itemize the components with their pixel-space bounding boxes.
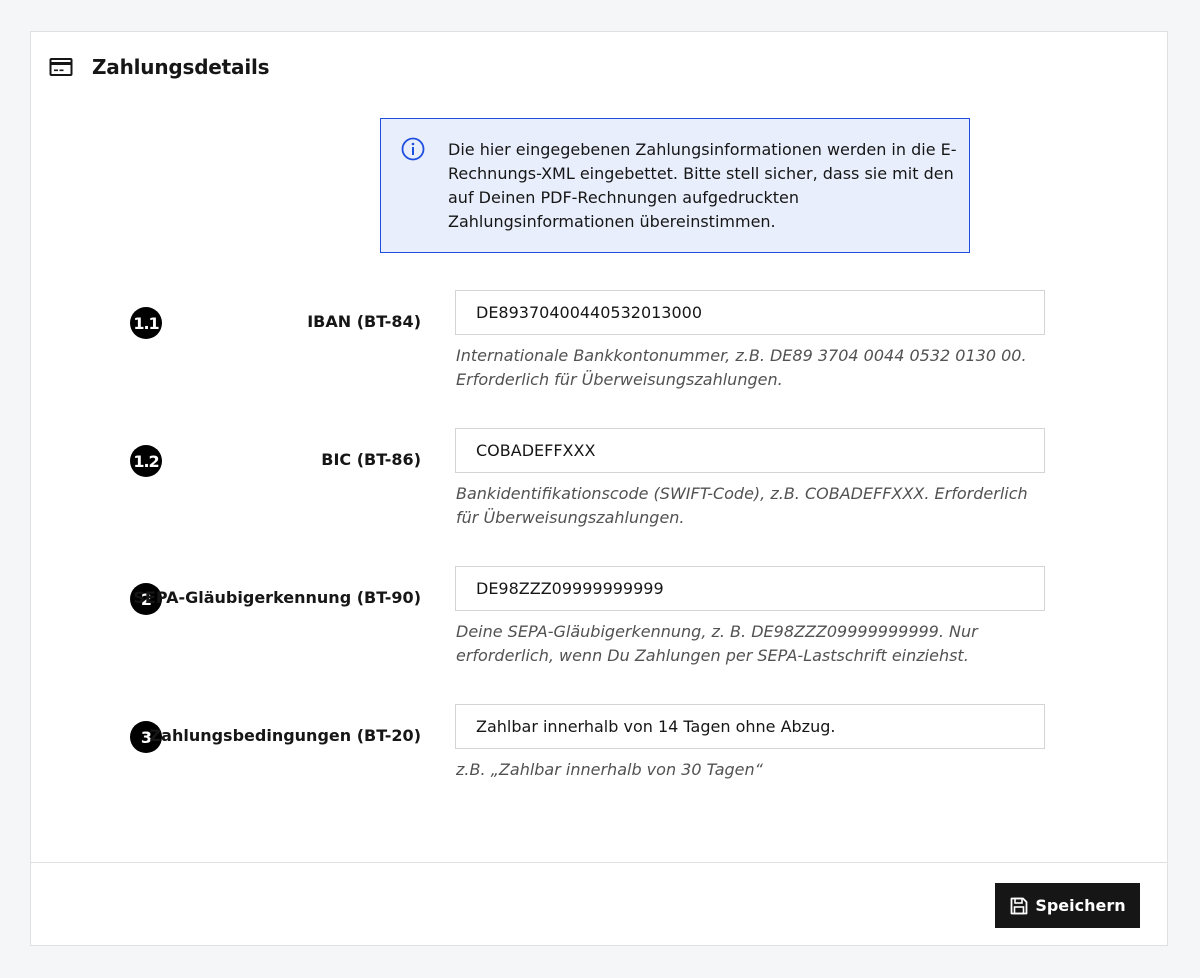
save-button-label: Speichern — [1035, 896, 1126, 915]
bic-label: BIC (BT-86) — [321, 450, 421, 469]
sepa-creditor-id-help-text: Deine SEPA-Gläubigerkennung, z. B. DE98Z… — [456, 622, 978, 665]
info-notification: Die hier eingegebenen Zahlungsinformatio… — [380, 118, 970, 253]
card-footer: Speichern — [31, 862, 1167, 946]
step-badge: 1.1 — [130, 307, 162, 339]
payment-terms-help-text: z.B. „Zahlbar innerhalb von 30 Tagen“ — [456, 760, 763, 779]
save-button[interactable]: Speichern — [995, 883, 1140, 928]
info-icon — [401, 137, 427, 163]
sepa-creditor-id-label: SEPA-Gläubigerkennung (BT-90) — [133, 588, 421, 607]
iban-label: IBAN (BT-84) — [307, 312, 421, 331]
payment-terms-input[interactable] — [455, 704, 1045, 749]
credit-card-icon — [49, 54, 75, 80]
sepa-creditor-id-input[interactable] — [455, 566, 1045, 611]
floppy-disk-icon — [1009, 896, 1029, 916]
step-badge: 1.2 — [130, 445, 162, 477]
bic-input[interactable] — [455, 428, 1045, 473]
card-header: Zahlungsdetails — [49, 54, 270, 80]
notice-text: Die hier eingegebenen Zahlungsinformatio… — [448, 140, 957, 231]
iban-help-text: Internationale Bankkontonummer, z.B. DE8… — [456, 346, 1027, 389]
payment-details-card: Zahlungsdetails Die hier eingegebenen Za… — [30, 31, 1168, 946]
page-title: Zahlungsdetails — [92, 55, 270, 79]
payment-terms-label: Zahlungsbedingungen (BT-20) — [149, 726, 421, 745]
bic-help-text: Bankidentifikationscode (SWIFT-Code), z.… — [456, 484, 1028, 527]
iban-input[interactable] — [455, 290, 1045, 335]
